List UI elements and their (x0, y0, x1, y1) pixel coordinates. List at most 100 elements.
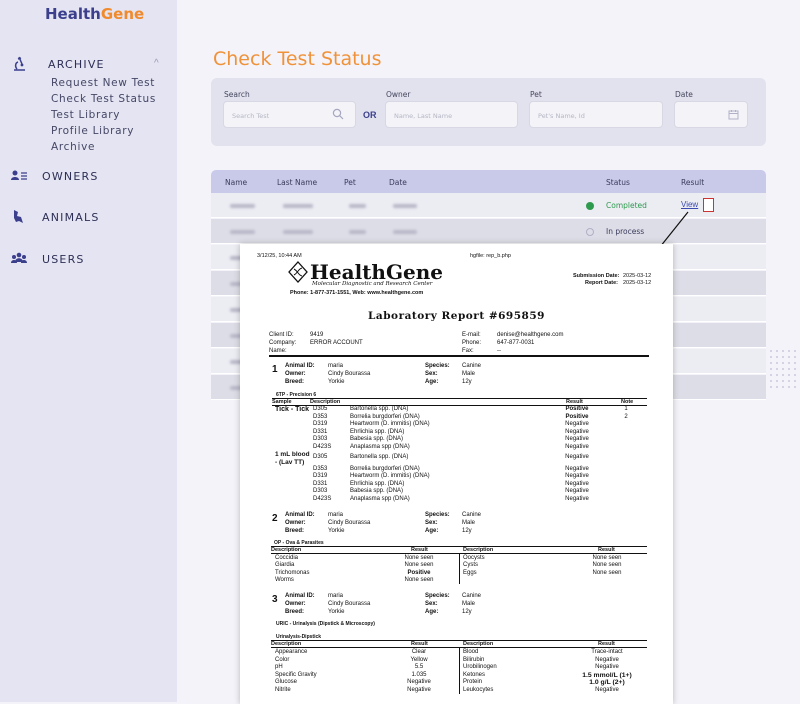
submission-date-label: Submission Date: (573, 273, 620, 279)
op-description: Oocysts (463, 555, 485, 561)
sidebar-subitem-check-test-status[interactable]: Check Test Status (51, 93, 156, 105)
view-result-link[interactable]: View (681, 200, 698, 209)
test-description: Borrelia burgdorferi (DNA) (350, 413, 420, 420)
test-description: Ehrlichia spp. (DNA) (350, 428, 405, 435)
pet-input[interactable]: Pet's Name, Id (529, 101, 663, 128)
test-description: Ehrlichia spp. (DNA) (350, 480, 405, 487)
page-title: Check Test Status (213, 48, 382, 70)
company-sub: Molecular Diagnostic and Research Center (312, 281, 433, 287)
lab-report: 3/12/25, 10:44 AM hgfile: rep_b.php Heal… (240, 244, 673, 704)
test-result: Negative (565, 454, 589, 460)
test-code: D423S (313, 443, 332, 450)
op-description: Cysts (463, 562, 478, 569)
ua-description: Glucose (275, 679, 298, 685)
test-description: Anaplasma spp (DNA) (350, 495, 410, 502)
test-code: D319 (313, 473, 328, 479)
ua-description: Nitrite (275, 686, 291, 693)
sex-label: Sex: (425, 601, 438, 607)
ua-description: Blood (463, 649, 479, 655)
sidebar-subitem-profile-library[interactable]: Profile Library (51, 125, 134, 137)
owner-label: Owner: (285, 371, 306, 377)
calendar-icon[interactable] (728, 109, 739, 120)
header-name: Name (225, 178, 248, 187)
species-value: Canine (462, 593, 482, 599)
sidebar-item-owners[interactable]: OWNERS (42, 170, 99, 183)
test-code: D331 (313, 480, 328, 487)
chevron-up-icon[interactable]: ^ (154, 58, 159, 69)
age-value: 12y (462, 609, 472, 615)
owners-icon (11, 170, 27, 180)
status-in-process: In process (606, 227, 645, 236)
op-description: Giardia (275, 562, 295, 569)
age-label: Age: (425, 609, 439, 615)
report-date-label: Report Date: (585, 280, 619, 286)
report-file: hgfile: rep_b.php (470, 253, 511, 259)
test-code: D303 (313, 488, 328, 494)
sidebar-item-archive[interactable]: ARCHIVE (48, 58, 105, 71)
animal-id: maria (328, 593, 344, 599)
test-result: Negative (565, 436, 589, 442)
animal-number: 2 (272, 513, 278, 524)
test-description: Heartworm (D. immitis) (DNA) (350, 473, 430, 479)
users-icon (11, 252, 27, 263)
report-timestamp: 3/12/25, 10:44 AM (257, 253, 302, 259)
sidebar-item-animals[interactable]: ANIMALS (42, 211, 100, 224)
test-code: D423S (313, 495, 332, 502)
animal-id-label: Animal ID: (285, 363, 315, 369)
animal-number: 3 (272, 594, 278, 605)
check-circle-icon (586, 202, 594, 210)
test-note: 1 (624, 406, 628, 412)
test-result: Negative (565, 443, 589, 450)
sidebar-subitem-request-new-test[interactable]: Request New Test (51, 77, 155, 89)
submission-date: 2025-03-12 (623, 273, 652, 279)
age-label: Age: (425, 379, 439, 385)
op-result: None seen (404, 576, 434, 583)
panel3-title: URIC - Urinalysis (Dipstick & Microscopy… (276, 621, 375, 627)
sex-value: Male (462, 371, 476, 377)
email-label: E-mail: (462, 332, 481, 338)
ua-result: Negative (595, 656, 619, 663)
sex-value: Male (462, 601, 476, 607)
ua-description: Protein (463, 679, 483, 685)
breed-value: Yorkie (328, 528, 345, 534)
owner-input[interactable]: Name, Last Name (385, 101, 518, 128)
ua-description: pH (275, 664, 283, 670)
pdf-icon[interactable] (703, 198, 714, 212)
animal-number: 1 (272, 364, 278, 375)
test-result: Negative (565, 465, 589, 472)
sidebar-subitem-test-library[interactable]: Test Library (51, 109, 120, 121)
sidebar-item-users[interactable]: USERS (42, 253, 85, 266)
header-last-name: Last Name (277, 178, 318, 187)
ua-result: Negative (595, 664, 619, 670)
sex-value: Male (462, 520, 476, 526)
phone-value: 647-877-0031 (497, 340, 535, 346)
owner-value: Cindy Bourassa (328, 520, 371, 526)
test-result: Negative (565, 421, 589, 427)
company-value: ERROR ACCOUNT (310, 340, 363, 346)
search-icon[interactable] (332, 108, 344, 120)
test-code: D303 (313, 436, 328, 442)
breed-label: Breed: (285, 379, 305, 385)
ua-result: Yellow (410, 656, 428, 663)
species-label: Species: (425, 363, 450, 369)
owner-value: Cindy Bourassa (328, 601, 371, 607)
test-result: Positive (565, 406, 589, 412)
ua-result: 5.5 (414, 664, 424, 670)
op-result: None seen (592, 569, 622, 576)
logo-mark-icon (288, 261, 308, 283)
brand-logo[interactable]: HealthGene (45, 5, 144, 23)
ua-result: Clear (411, 649, 427, 655)
op-result: None seen (404, 562, 434, 569)
client-id-label: Client ID: (269, 332, 294, 338)
op-description: Trichomonas (275, 569, 310, 576)
header-result: Result (681, 178, 705, 187)
ua-description: Appearance (275, 649, 308, 655)
name-label: Name: (269, 348, 287, 354)
test-description: Bartonella spp. (DNA) (350, 454, 409, 460)
ua-result: 1.0 g/L (2+) (589, 679, 625, 686)
age-label: Age: (425, 528, 439, 534)
sidebar-subitem-archive[interactable]: Archive (51, 141, 95, 153)
test-description: Babesia spp. (DNA) (350, 488, 404, 494)
op-result: None seen (592, 562, 622, 569)
op-description: Coccidia (275, 555, 299, 561)
